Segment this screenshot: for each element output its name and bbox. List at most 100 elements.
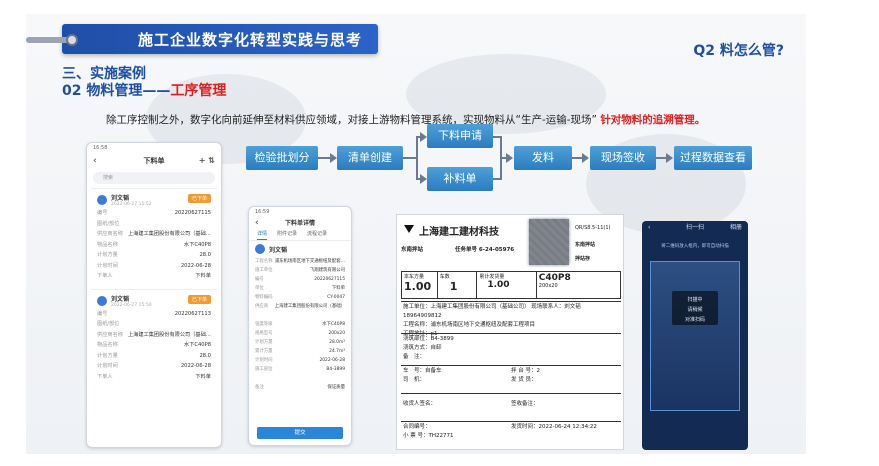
intro-highlight: 针对物料的追溯管理。 xyxy=(600,114,706,126)
tab-attachments[interactable]: 附件记录 xyxy=(277,230,297,240)
flow-step-site-signoff: 现场签收 xyxy=(590,146,656,170)
nav-bar: ‹ 下料单 + ⇅ xyxy=(87,153,221,169)
cell-value: 200x20 xyxy=(538,283,558,289)
ticket-line: 发 货 员： xyxy=(511,377,537,383)
row-value: 水下C40P8 xyxy=(183,342,211,348)
row-value: 下料单 xyxy=(331,286,345,291)
section-line2: 02 物料管理——工序管理 xyxy=(62,83,226,100)
detail-row: 编号 20220627115 xyxy=(255,275,345,284)
scan-status-line: 对准扫码 xyxy=(684,317,705,323)
search-input[interactable]: 搜索 xyxy=(93,172,215,184)
row-key: 计划方量 xyxy=(255,340,273,345)
company-logo-icon xyxy=(404,225,414,233)
card-row: 计划时间 2022-06-28 xyxy=(97,261,211,272)
title-banner: 施工企业数字化转型实践与思考 xyxy=(62,24,378,54)
avatar xyxy=(255,244,265,254)
row-value: 上海建工集团股份有限公司（基础… xyxy=(127,231,211,237)
row-key: 计划方量 xyxy=(97,352,118,359)
row-key: 工程名称 xyxy=(255,259,273,264)
row-key: 供应商 xyxy=(255,304,269,309)
row-key: 施工单位 xyxy=(255,268,273,273)
row-value: 28.0 xyxy=(199,352,211,359)
row-key: 物料编码 xyxy=(255,295,273,300)
ticket-line: 车 号：自备车 xyxy=(403,368,442,374)
submit-button[interactable]: 提交 xyxy=(257,427,343,439)
section-line2-prefix: 02 物料管理—— xyxy=(62,83,171,99)
card-row: 计划时间 2022-06-28 xyxy=(97,361,211,372)
row-value: 上海建工集团股份有限公司（基础… xyxy=(127,331,211,338)
section-line2-highlight: 工序管理 xyxy=(170,83,227,99)
ticket-code: QR/S8.5-11(1) xyxy=(575,225,611,231)
flow-arrow-icon xyxy=(420,174,427,184)
row-value: 上海建工集团股份有限公司（基础） xyxy=(274,304,345,309)
detail-row xyxy=(255,374,345,383)
page-title: 下料单 xyxy=(143,157,165,165)
ticket-block-pour: 浇筑部位：B4-3899 浇筑方式：自卸 备 注： xyxy=(401,333,621,363)
row-value: 飞翔建筑有限公司 xyxy=(309,268,345,273)
detail-row: 强度等级 水下C40P8 xyxy=(255,320,345,329)
flow-step-material-request: 下料申请 xyxy=(427,124,493,148)
ticket-line: 浇筑方式：自卸 xyxy=(403,345,442,351)
card-row: 编号 20220627113 xyxy=(97,309,211,320)
scan-status-line: 请稍候 xyxy=(687,307,703,313)
scan-status-line: 扫描中 xyxy=(687,297,703,303)
camera-viewfinder[interactable] xyxy=(650,261,740,411)
flow-arrow-icon xyxy=(420,132,427,142)
phone-material-list: 16:58 ‹ 下料单 + ⇅ 搜索 刘文韬 2022-06-27 15:52 … xyxy=(86,142,222,448)
row-key: 计划时间 xyxy=(97,363,118,369)
row-value: 下料单 xyxy=(195,373,211,380)
row-key: 施工部位 xyxy=(255,367,273,372)
card-row: 下单人 下料单 xyxy=(97,372,211,383)
tab-detail[interactable]: 详情 xyxy=(257,230,268,240)
album-link[interactable]: 相册 xyxy=(730,221,742,235)
card-user: 刘文韬 xyxy=(111,195,130,202)
detail-user: 刘文韬 xyxy=(249,241,351,257)
scan-title: 扫一扫 xyxy=(685,224,704,231)
card-header: 刘文韬 2022-06-27 15:50 已下单 xyxy=(97,293,211,309)
row-key: 备注 xyxy=(255,385,264,390)
flow-arrow-icon xyxy=(582,153,589,163)
row-value: 浦东机场南区地下交通枢纽及配套… xyxy=(274,259,345,264)
back-icon[interactable]: ‹ xyxy=(648,221,650,235)
detail-row: 工程名称 浦东机场南区地下交通枢纽及配套… xyxy=(255,257,345,266)
ticket-line: 收货人签名： xyxy=(403,401,437,407)
ticket-copy1: 东南拌站 xyxy=(575,242,596,248)
ticket-block-receipt: 收货人签名： 签收备注： xyxy=(401,393,621,415)
scan-hint: 将二维码放入框内，即可自动扫描 xyxy=(661,244,729,249)
ticket-line: 施工单位：上海建工集团股份有限公司（基础公司） 现场联系人：刘文韬 189649… xyxy=(403,304,581,319)
row-key: 强度等级 xyxy=(255,322,273,327)
ticket-line: 小 票 号：TH22771 xyxy=(403,433,454,439)
back-icon[interactable]: ‹ xyxy=(93,153,97,169)
ticket-line: 合同编号： xyxy=(403,424,431,430)
nav-bar: ‹ 下料单详情 xyxy=(249,217,351,230)
ticket-line: 浇筑部位：B4-3899 xyxy=(403,336,454,342)
add-icon[interactable]: + ⇅ xyxy=(199,153,215,169)
phone-scan-screen: ‹ 扫一扫 相册 将二维码放入框内，即可自动扫描 扫描中 请稍候 对准扫码 xyxy=(642,221,748,450)
detail-row: 备注 保证质量 xyxy=(255,383,345,392)
cell-label: 累计发货量 xyxy=(479,274,505,280)
detail-row: 施工部位 B4-3899 xyxy=(255,365,345,374)
row-key: 计划方量 xyxy=(97,252,118,258)
card-row: 图纸/部位 xyxy=(97,219,211,230)
list-item[interactable]: 刘文韬 2022-06-27 15:52 已下单 编号 20220627115 图… xyxy=(91,188,217,285)
row-key: 规格型号 xyxy=(255,331,273,336)
row-value: 2022-06-28 xyxy=(180,363,211,369)
ticket-line: 工程名称：浦东机场南区地下交通枢纽及配套工程项目 xyxy=(403,322,536,328)
detail-row: 累计方量 24.7m³ xyxy=(255,347,345,356)
row-value: 200x20 xyxy=(328,331,345,336)
slide-title: 施工企业数字化转型实践与思考 xyxy=(138,31,363,49)
tab-process[interactable]: 流程记录 xyxy=(307,230,327,240)
grid-cell: 本车方量 1.00 xyxy=(402,272,438,298)
delivery-ticket: 上海建工建材科技 东南拌站 任务单号 6-24-05976 QR/S8.5-11… xyxy=(396,214,624,450)
tab-bar: 详情 附件记录 流程记录 xyxy=(249,230,351,241)
cell-label: 本车方量 xyxy=(404,274,425,280)
back-icon[interactable]: ‹ xyxy=(255,217,259,230)
ticket-copy2: 拌站存 xyxy=(575,256,591,262)
list-item[interactable]: 刘文韬 2022-06-27 15:50 已下单 编号 20220627113 图… xyxy=(91,288,217,386)
row-key: 计划时间 xyxy=(97,262,118,269)
row-value: B4-3899 xyxy=(326,367,345,372)
flow-step-list-create: 清单创建 xyxy=(337,146,403,170)
flow-step-inspection-lot: 检验批划分 xyxy=(246,146,318,170)
flow-arrow-icon xyxy=(506,153,513,163)
row-key: 物品名称 xyxy=(97,241,118,248)
